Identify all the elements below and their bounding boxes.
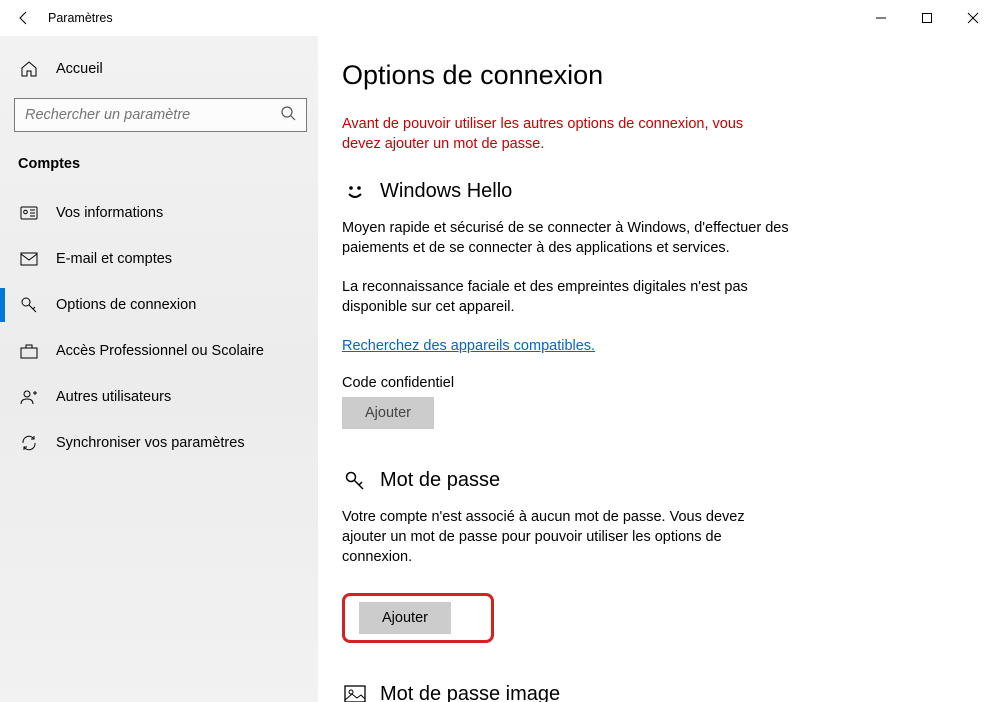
- sync-icon: [18, 434, 40, 452]
- hello-heading: Windows Hello: [380, 180, 512, 203]
- nav-home[interactable]: Accueil: [0, 46, 318, 92]
- nav-label: Vos informations: [56, 205, 163, 221]
- main-content: Options de connexion Avant de pouvoir ut…: [318, 36, 996, 702]
- home-icon: [18, 60, 40, 78]
- search-input[interactable]: [14, 98, 307, 132]
- nav-home-label: Accueil: [56, 61, 103, 77]
- nav-category: Comptes: [0, 146, 318, 190]
- add-user-icon: [18, 389, 40, 405]
- back-button[interactable]: [0, 0, 48, 36]
- window-title: Paramètres: [48, 11, 113, 25]
- smile-icon: [342, 181, 368, 203]
- maximize-button[interactable]: [904, 0, 950, 36]
- compatible-devices-link[interactable]: Recherchez des appareils compatibles.: [342, 338, 595, 354]
- nav-label: Synchroniser vos paramètres: [56, 435, 245, 451]
- nav-signin-options[interactable]: Options de connexion: [0, 282, 318, 328]
- nav-label: Accès Professionnel ou Scolaire: [56, 343, 264, 359]
- pin-add-button[interactable]: Ajouter: [342, 397, 434, 429]
- picture-icon: [342, 685, 368, 702]
- nav-label: E-mail et comptes: [56, 251, 172, 267]
- password-heading: Mot de passe: [380, 469, 500, 492]
- nav-label: Options de connexion: [56, 297, 196, 313]
- id-card-icon: [18, 206, 40, 220]
- nav-work-school[interactable]: Accès Professionnel ou Scolaire: [0, 328, 318, 374]
- key-icon: [342, 470, 368, 492]
- close-button[interactable]: [950, 0, 996, 36]
- page-title: Options de connexion: [342, 60, 956, 91]
- key-icon: [18, 296, 40, 314]
- hello-desc: Moyen rapide et sécurisé de se connecter…: [342, 219, 790, 258]
- minimize-button[interactable]: [858, 0, 904, 36]
- highlight-box: Ajouter: [342, 593, 494, 643]
- mail-icon: [18, 252, 40, 266]
- pin-label: Code confidentiel: [342, 375, 956, 391]
- nav-email-accounts[interactable]: E-mail et comptes: [0, 236, 318, 282]
- password-desc: Votre compte n'est associé à aucun mot d…: [342, 508, 790, 567]
- nav-other-users[interactable]: Autres utilisateurs: [0, 374, 318, 420]
- titlebar: Paramètres: [0, 0, 996, 36]
- nav-your-info[interactable]: Vos informations: [0, 190, 318, 236]
- briefcase-icon: [18, 343, 40, 359]
- sidebar: Accueil Comptes Vos informations: [0, 36, 318, 702]
- password-add-button[interactable]: Ajouter: [359, 602, 451, 634]
- nav-label: Autres utilisateurs: [56, 389, 171, 405]
- search-icon: [280, 105, 296, 126]
- search-field[interactable]: [25, 107, 280, 123]
- warning-text: Avant de pouvoir utiliser les autres opt…: [342, 115, 774, 154]
- nav-sync[interactable]: Synchroniser vos paramètres: [0, 420, 318, 466]
- hello-unavail: La reconnaissance faciale et des emprein…: [342, 278, 790, 317]
- picture-password-heading: Mot de passe image: [380, 683, 560, 702]
